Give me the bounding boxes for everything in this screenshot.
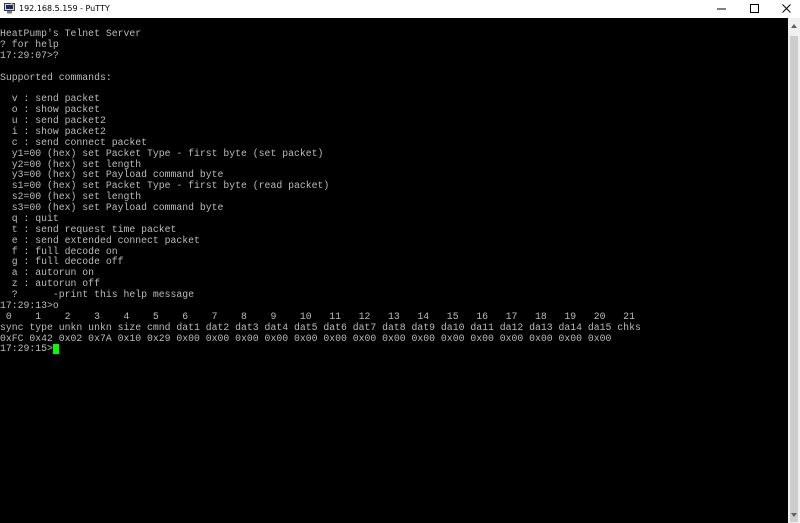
terminal-line: o : show packet xyxy=(0,104,100,116)
terminal-line: a : autorun on xyxy=(0,267,95,279)
terminal-line: y2=00 (hex) set length xyxy=(0,158,142,170)
terminal-line: c : send connect packet xyxy=(0,136,147,148)
terminal-line: y3=00 (hex) set Payload command byte xyxy=(0,169,224,181)
scroll-down-button[interactable] xyxy=(788,507,800,523)
title-bar[interactable]: 192.168.5.159 - PuTTY xyxy=(0,0,800,18)
packet-values-row: 0xFC 0x42 0x02 0x7A 0x10 0x29 0x00 0x00 … xyxy=(0,332,612,344)
terminal-line: v : send packet xyxy=(0,93,100,105)
terminal-output: HeatPump's Telnet Server ? for help 17:2… xyxy=(0,28,641,355)
packet-header-row: sync type unkn unkn size cmnd dat1 dat2 … xyxy=(0,321,641,333)
scroll-up-button[interactable] xyxy=(788,18,800,34)
vertical-scrollbar[interactable] xyxy=(788,18,800,523)
current-prompt: 17:29:15> xyxy=(0,343,53,355)
terminal-line: ? -print this help message xyxy=(0,289,195,300)
terminal-line: HeatPump's Telnet Server xyxy=(0,28,142,39)
close-icon xyxy=(782,4,791,13)
arrow-down-icon xyxy=(791,513,797,517)
terminal-line: u : send packet2 xyxy=(0,115,106,126)
close-button[interactable] xyxy=(771,0,800,18)
terminal-line: 17:29:07>? xyxy=(0,49,59,61)
packet-index-row: 0 1 2 3 4 5 6 7 8 9 10 11 12 13 14 15 16… xyxy=(0,310,635,322)
arrow-up-icon xyxy=(791,24,797,28)
maximize-icon xyxy=(750,4,759,13)
terminal-line: t : send request time packet xyxy=(0,223,177,235)
terminal-line: e : send extended connect packet xyxy=(0,234,200,246)
terminal-line: i : show packet2 xyxy=(0,125,106,137)
terminal-line: q : quit xyxy=(0,212,59,224)
terminal-line: f : full decode on xyxy=(0,245,118,257)
scroll-thumb[interactable] xyxy=(790,36,798,522)
text-cursor xyxy=(52,344,59,355)
terminal-line: ? for help xyxy=(0,38,59,50)
terminal-line: s1=00 (hex) set Packet Type - first byte… xyxy=(0,180,330,192)
minimize-icon xyxy=(717,8,726,10)
terminal-line: g : full decode off xyxy=(0,256,124,268)
terminal-line: y1=00 (hex) set Packet Type - first byte… xyxy=(0,147,324,159)
terminal-area[interactable]: HeatPump's Telnet Server ? for help 17:2… xyxy=(0,18,788,523)
terminal-line: 17:29:13>o xyxy=(0,299,59,311)
window-title: 192.168.5.159 - PuTTY xyxy=(19,4,110,13)
putty-app-icon[interactable] xyxy=(4,3,15,14)
terminal-line: Supported commands: xyxy=(0,71,112,83)
terminal-line: z : autorun off xyxy=(0,278,100,290)
terminal-line: s2=00 (hex) set length xyxy=(0,191,142,203)
minimize-button[interactable] xyxy=(706,0,738,18)
maximize-button[interactable] xyxy=(739,0,771,18)
putty-window: 192.168.5.159 - PuTTY HeatPump's Telnet … xyxy=(0,0,800,523)
terminal-line: s3=00 (hex) set Payload command byte xyxy=(0,202,224,213)
